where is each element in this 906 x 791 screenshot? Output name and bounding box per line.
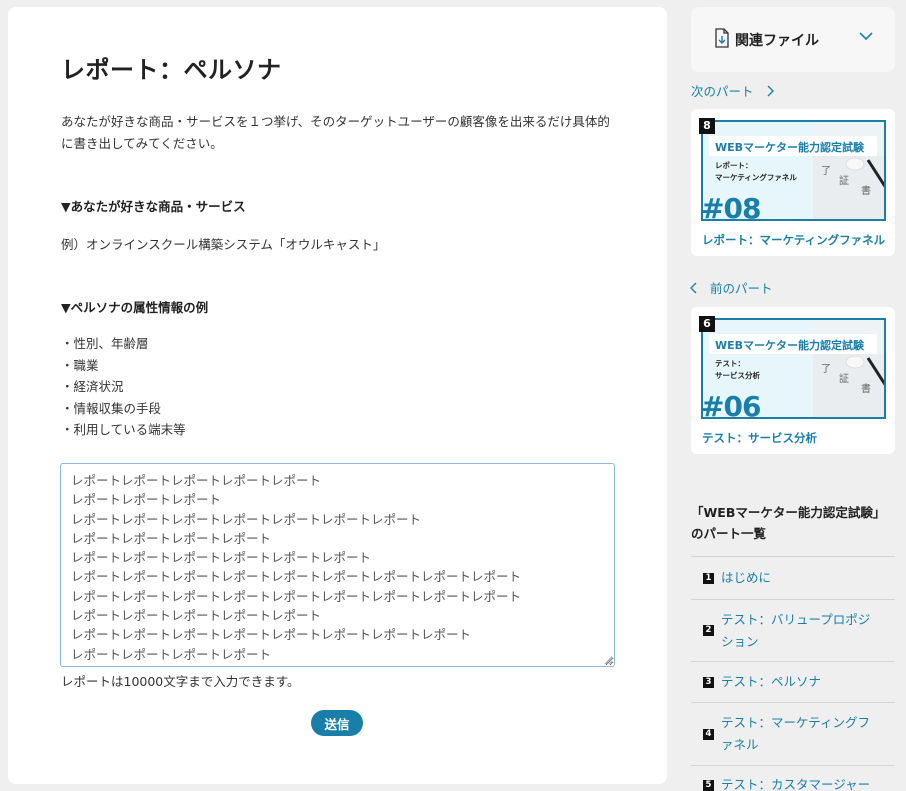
thumbnail-subtitle: レポート： マーケティングファネル [715,161,797,182]
related-files-toggle[interactable]: 関連ファイル [691,7,895,72]
attribute-item: ・経済状況 [61,379,124,394]
certificate-pen-illustration: 了 証 書 [813,354,884,417]
thumbnail-banner: WEBマーケター能力認定試験 [709,136,877,156]
character-limit-note: レポートは10000文字まで入力できます。 [61,674,300,689]
part-list-heading: 「WEBマーケター能力認定試験」 のパート一覧 [691,505,886,541]
report-card: レポート：ペルソナ あなたが好きな商品・サービスを１つ挙げ、そのターゲットユーザ… [8,7,667,784]
next-part-title[interactable]: レポート：マーケティングファネル [702,232,885,248]
part-number-badge: 5 [703,780,714,791]
chevron-down-icon [859,32,873,41]
svg-text:書: 書 [861,184,871,197]
report-text-line: レポートレポートレポートレポートレポートレポートレポートレポート [71,627,472,643]
part-number-badge: 3 [703,676,714,688]
part-list-link[interactable]: テスト：マーケティングファネル [721,712,881,756]
svg-text:書: 書 [861,382,871,395]
part-list: 1 はじめに 2 テスト：バリュープロポジション 3 テスト：ペルソナ 4 テス… [691,556,895,791]
page-title: レポート：ペルソナ [61,56,282,84]
part-number-badge: 6 [699,316,715,332]
part-list-link[interactable]: テスト：カスタマージャーニー [721,774,881,791]
part-list-link[interactable]: テスト：バリュープロポジション [721,609,881,653]
resize-grip-icon[interactable] [603,655,613,665]
favorite-service-heading: ▼あなたが好きな商品・サービス [61,199,246,214]
report-text-line: レポートレポートレポートレポートレポートレポートレポートレポートレポート [71,569,522,585]
prev-part-thumbnail: 了 証 書 WEBマーケター能力認定試験 テスト： サービス分析 #06 [701,318,886,419]
svg-text:証: 証 [839,174,849,187]
chevron-right-icon [767,85,774,96]
prev-part-card[interactable]: 6 了 証 書 WEBマーケター能力認定試験 テスト： サービス分析 #06 テ… [691,307,895,454]
attribute-list: ・性別、年齢層 ・職業 ・経済状況 ・情報収集の手段 ・利用している端末等 [61,333,186,441]
example-text: 例）オンラインスクール構築システム「オウルキャスト」 [61,237,386,252]
report-text-line: レポートレポートレポートレポートレポート [71,473,322,488]
submit-button[interactable]: 送信 [311,710,363,736]
prev-part-label: 前のパート [710,281,773,296]
report-text-line: レポートレポートレポートレポートレポート [71,608,322,624]
part-list-item[interactable]: 5 テスト：カスタマージャーニー [691,765,895,791]
part-number-badge: 8 [699,118,715,134]
report-text-line: レポートレポートレポートレポートレポートレポート [71,550,372,566]
part-list-item[interactable]: 2 テスト：バリュープロポジション [691,599,895,661]
certificate-pen-illustration: 了 証 書 [813,156,884,219]
thumbnail-number: #08 [701,192,761,221]
svg-text:証: 証 [839,372,849,385]
thumbnail-subtitle: テスト： サービス分析 [715,359,760,380]
intro-text: あなたが好きな商品・サービスを１つ挙げ、そのターゲットユーザーの顧客像を出来るだ… [61,114,610,151]
report-text-line: レポートレポートレポートレポート [71,530,272,546]
file-download-icon [715,28,729,48]
thumbnail-banner: WEBマーケター能力認定試験 [709,334,877,354]
report-text-line: レポートレポートレポートレポートレポートレポートレポート [71,511,422,527]
attribute-item: ・利用している端末等 [61,422,186,437]
prev-part-title[interactable]: テスト：サービス分析 [702,430,817,446]
part-list-item[interactable]: 4 テスト：マーケティングファネル [691,702,895,765]
attribute-item: ・職業 [61,357,99,373]
svg-text:了: 了 [821,363,831,375]
part-list-item[interactable]: 1 はじめに [691,556,895,599]
report-text-line: レポートレポートレポートレポートレポートレポートレポートレポートレポート [71,588,522,604]
svg-text:了: 了 [821,165,831,177]
report-text-line: レポートレポートレポート [71,492,222,508]
part-list-item[interactable]: 3 テスト：ペルソナ [691,661,895,702]
part-list-link[interactable]: はじめに [721,567,881,589]
persona-attributes-heading: ▼ペルソナの属性情報の例 [61,300,209,315]
thumbnail-number: #06 [701,390,761,419]
related-files-label: 関連ファイル [735,33,819,49]
report-textarea[interactable]: レポートレポートレポートレポートレポート レポートレポートレポート レポートレポ… [60,463,615,667]
attribute-item: ・情報収集の手段 [61,400,162,416]
next-part-link[interactable]: 次のパート [691,81,774,100]
attribute-item: ・性別、年齢層 [61,336,149,351]
chevron-left-icon [690,282,697,293]
part-number-badge: 1 [703,572,714,584]
part-number-badge: 2 [703,625,714,636]
next-part-label: 次のパート [691,84,754,99]
report-text-line: レポートレポートレポートレポート [71,646,272,662]
next-part-thumbnail: 了 証 書 WEBマーケター能力認定試験 レポート： マーケティングファネル #… [701,120,886,221]
part-number-badge: 4 [703,728,714,740]
next-part-card[interactable]: 8 了 証 書 WEBマーケター能力認定試験 レポート： マーケティングファネル… [691,109,895,256]
prev-part-link[interactable]: 前のパート [690,278,773,297]
part-list-link[interactable]: テスト：ペルソナ [721,671,881,693]
